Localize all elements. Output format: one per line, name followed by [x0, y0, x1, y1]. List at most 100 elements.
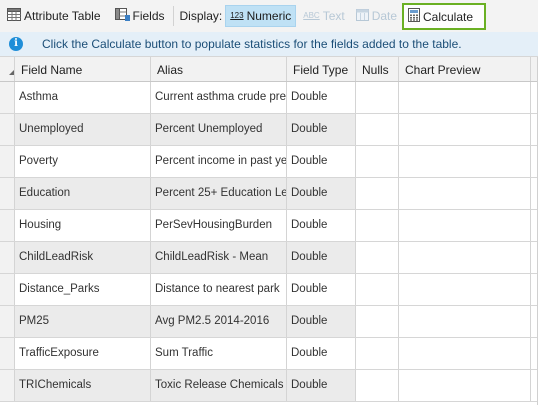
cell-nulls[interactable] — [356, 306, 399, 337]
numeric-display-toggle[interactable]: 123 Numeric — [225, 5, 297, 27]
cell-nulls[interactable] — [356, 82, 399, 113]
cell-nulls[interactable] — [356, 242, 399, 273]
date-display-toggle[interactable]: Date — [352, 5, 401, 27]
cell-chart-preview[interactable] — [399, 242, 531, 273]
cell-chart-preview[interactable] — [399, 146, 531, 177]
cell-chart-preview[interactable] — [399, 210, 531, 241]
info-message-bar: i Click the Calculate button to populate… — [0, 32, 538, 56]
cell-field-name[interactable]: ChildLeadRisk — [15, 242, 151, 273]
cell-field-type[interactable]: Double — [287, 82, 356, 113]
table-row[interactable]: Housing PerSevHousingBurden Double — [0, 210, 538, 242]
fields-icon — [114, 8, 130, 24]
cell-nulls[interactable] — [356, 370, 399, 401]
cell-chart-preview[interactable] — [399, 338, 531, 369]
cell-alias[interactable]: ChildLeadRisk - Mean — [151, 242, 287, 273]
cell-nulls[interactable] — [356, 274, 399, 305]
cell-alias[interactable]: Current asthma crude pre — [151, 82, 287, 113]
cell-alias[interactable]: Percent 25+ Education Le — [151, 178, 287, 209]
table-row[interactable]: Distance_Parks Distance to nearest park … — [0, 274, 538, 306]
calendar-icon — [355, 8, 369, 24]
cell-alias[interactable]: PerSevHousingBurden — [151, 210, 287, 241]
cell-field-name[interactable]: Education — [15, 178, 151, 209]
table-row[interactable]: TRIChemicals Toxic Release Chemicals ( D… — [0, 370, 538, 402]
cell-field-name[interactable]: Poverty — [15, 146, 151, 177]
numeric-icon: 123 — [230, 11, 244, 20]
cell-nulls[interactable] — [356, 178, 399, 209]
text-label: Text — [322, 9, 345, 23]
row-selector[interactable] — [0, 146, 15, 177]
cell-field-name[interactable]: PM25 — [15, 306, 151, 337]
data-engineering-view: Attribute Table Fields Display: 123 Nume… — [0, 0, 538, 405]
table-icon — [7, 8, 21, 24]
cell-field-name[interactable]: Unemployed — [15, 114, 151, 145]
table-row[interactable]: Unemployed Percent Unemployed Double — [0, 114, 538, 146]
cell-chart-preview[interactable] — [399, 274, 531, 305]
column-header-nulls[interactable]: Nulls — [356, 57, 399, 81]
cell-alias[interactable]: Sum Traffic — [151, 338, 287, 369]
cell-alias[interactable]: Avg PM2.5 2014-2016 — [151, 306, 287, 337]
cell-field-type[interactable]: Double — [287, 370, 356, 401]
toolbar: Attribute Table Fields Display: 123 Nume… — [0, 0, 538, 32]
cell-chart-preview[interactable] — [399, 114, 531, 145]
row-selector[interactable] — [0, 242, 15, 273]
row-selector[interactable] — [0, 370, 15, 401]
date-label: Date — [371, 9, 398, 23]
table-body: Asthma Current asthma crude pre Double U… — [0, 82, 538, 402]
text-icon: ABC — [303, 11, 320, 20]
calculate-button[interactable]: Calculate — [402, 3, 486, 30]
cell-field-type[interactable]: Double — [287, 114, 356, 145]
cell-chart-preview[interactable] — [399, 370, 531, 401]
cell-field-name[interactable]: TRIChemicals — [15, 370, 151, 401]
cell-chart-preview[interactable] — [399, 306, 531, 337]
cell-field-type[interactable]: Double — [287, 274, 356, 305]
table-row[interactable]: Poverty Percent income in past ye Double — [0, 146, 538, 178]
cell-chart-preview[interactable] — [399, 178, 531, 209]
row-selector[interactable] — [0, 306, 15, 337]
column-header-alias[interactable]: Alias — [151, 57, 287, 81]
table-row[interactable]: ChildLeadRisk ChildLeadRisk - Mean Doubl… — [0, 242, 538, 274]
cell-field-type[interactable]: Double — [287, 178, 356, 209]
column-header-chart-preview[interactable]: Chart Preview — [399, 57, 531, 81]
fields-button[interactable]: Fields — [111, 5, 169, 27]
cell-field-name[interactable]: Housing — [15, 210, 151, 241]
table-row[interactable]: PM25 Avg PM2.5 2014-2016 Double — [0, 306, 538, 338]
attribute-table-button[interactable]: Attribute Table — [3, 5, 105, 27]
cell-nulls[interactable] — [356, 338, 399, 369]
row-selector[interactable] — [0, 338, 15, 369]
cell-alias[interactable]: Percent income in past ye — [151, 146, 287, 177]
table-row[interactable]: TrafficExposure Sum Traffic Double — [0, 338, 538, 370]
table-row[interactable]: Asthma Current asthma crude pre Double — [0, 82, 538, 114]
cell-field-type[interactable]: Double — [287, 338, 356, 369]
cell-nulls[interactable] — [356, 146, 399, 177]
row-selector[interactable] — [0, 178, 15, 209]
calculator-icon — [408, 8, 420, 25]
column-header-field-name[interactable]: Field Name — [15, 57, 151, 81]
cell-field-type[interactable]: Double — [287, 306, 356, 337]
cell-field-name[interactable]: TrafficExposure — [15, 338, 151, 369]
cell-alias[interactable]: Percent Unemployed — [151, 114, 287, 145]
table-row[interactable]: Education Percent 25+ Education Le Doubl… — [0, 178, 538, 210]
row-selector[interactable] — [0, 82, 15, 113]
column-header-field-type[interactable]: Field Type — [287, 57, 356, 81]
cell-field-type[interactable]: Double — [287, 146, 356, 177]
cell-field-name[interactable]: Asthma — [15, 82, 151, 113]
cell-field-type[interactable]: Double — [287, 210, 356, 241]
numeric-label: Numeric — [246, 9, 292, 23]
table-header: Field Name Alias Field Type Nulls Chart … — [0, 57, 538, 82]
text-display-toggle[interactable]: ABC Text — [299, 5, 348, 27]
cell-field-name[interactable]: Distance_Parks — [15, 274, 151, 305]
row-selector[interactable] — [0, 274, 15, 305]
fields-label: Fields — [132, 9, 165, 23]
cell-alias[interactable]: Distance to nearest park — [151, 274, 287, 305]
cell-chart-preview[interactable] — [399, 82, 531, 113]
row-selector[interactable] — [0, 114, 15, 145]
cell-field-type[interactable]: Double — [287, 242, 356, 273]
calculate-label: Calculate — [423, 9, 474, 24]
info-icon: i — [9, 37, 23, 51]
cell-nulls[interactable] — [356, 210, 399, 241]
row-selector[interactable] — [0, 210, 15, 241]
cell-nulls[interactable] — [356, 114, 399, 145]
select-all-corner[interactable] — [0, 57, 15, 81]
toolbar-divider — [172, 6, 174, 26]
cell-alias[interactable]: Toxic Release Chemicals ( — [151, 370, 287, 401]
